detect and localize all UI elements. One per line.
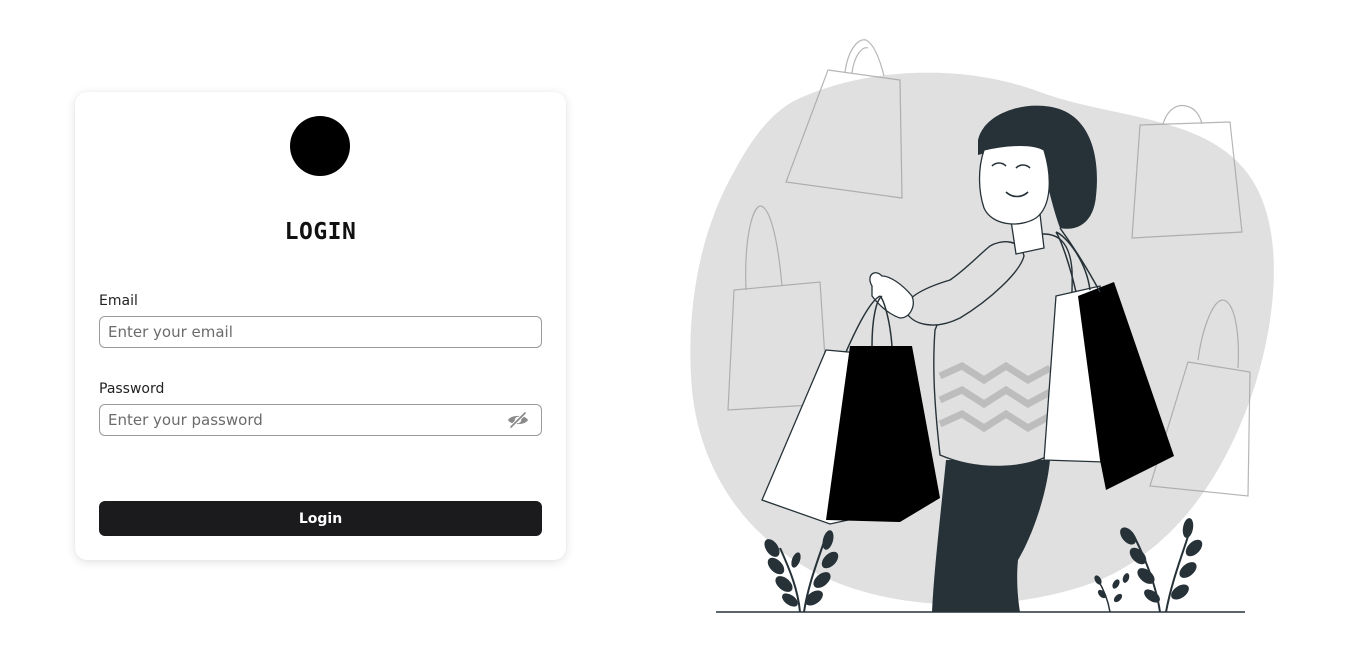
email-input[interactable] (100, 317, 541, 347)
password-label: Password (99, 381, 165, 397)
login-button[interactable]: Login (99, 501, 542, 536)
shopping-woman-illustration (690, 39, 1274, 613)
password-field-wrapper (99, 404, 542, 436)
login-title: LOGIN (284, 219, 357, 245)
eye-slash-icon[interactable] (507, 411, 529, 429)
login-page: LOGIN Email Password Login (0, 0, 1347, 652)
email-field-wrapper (99, 316, 542, 348)
password-input[interactable] (100, 405, 541, 435)
woman-face (978, 144, 1050, 225)
email-label: Email (99, 293, 138, 309)
logo-avatar (290, 116, 350, 176)
login-card: LOGIN Email Password Login (75, 92, 566, 560)
